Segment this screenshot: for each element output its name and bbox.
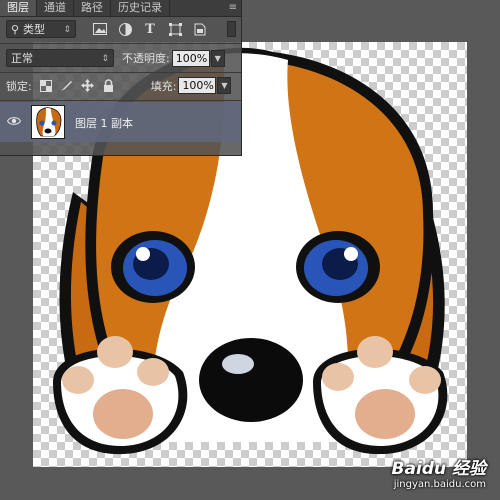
type-layer-filter-icon[interactable]: T [142, 21, 158, 37]
divider [0, 100, 241, 101]
opacity-label: 不透明度: [122, 52, 170, 65]
opacity-dropdown-icon[interactable]: ▼ [210, 49, 225, 67]
pixel-layer-filter-icon[interactable] [92, 21, 108, 37]
filter-type-select[interactable]: ⚲ 类型 ⇕ [6, 20, 76, 38]
fill-label: 填充: [150, 79, 177, 93]
divider [0, 43, 241, 44]
layer-row[interactable]: 图层 1 副本 [0, 102, 241, 142]
blend-mode-select[interactable]: 正常 ⇕ [6, 49, 114, 67]
lock-transparent-pixels-icon[interactable] [38, 78, 54, 94]
layer-name[interactable]: 图层 1 副本 [75, 115, 133, 131]
smart-object-filter-icon[interactable] [192, 21, 208, 37]
tab-channels[interactable]: 通道 [37, 0, 74, 16]
divider [0, 72, 241, 73]
opacity-input[interactable]: 100% [171, 49, 210, 67]
layer-thumbnail [31, 105, 65, 139]
lock-image-pixels-icon[interactable] [59, 78, 75, 94]
shape-layer-filter-icon[interactable] [167, 21, 183, 37]
filter-toggle-switch[interactable] [227, 21, 236, 37]
tab-layers[interactable]: 图层 [0, 0, 37, 16]
chevron-updown-icon: ⇕ [101, 54, 109, 64]
fill-input[interactable]: 100% [178, 77, 217, 94]
visibility-eye-icon[interactable] [7, 116, 21, 126]
tab-paths[interactable]: 路径 [74, 0, 111, 16]
lock-label: 锁定: [6, 79, 32, 93]
search-icon: ⚲ [11, 23, 20, 36]
lock-fill-row: 锁定: 填充: 100% ▼ [0, 77, 241, 94]
filter-type-value: 类型 [23, 23, 45, 36]
tab-history[interactable]: 历史记录 [111, 0, 170, 16]
watermark-url: jingyan.baidu.com [393, 479, 486, 490]
baidu-watermark: Baidu 经验 jingyan.baidu.com [392, 454, 486, 490]
adjustment-layer-filter-icon[interactable] [117, 21, 133, 37]
panel-menu-icon[interactable]: ≡ [229, 2, 237, 13]
fill-dropdown-icon[interactable]: ▼ [217, 77, 232, 94]
lock-all-icon[interactable] [101, 78, 117, 94]
blend-opacity-row: 正常 ⇕ 不透明度: 100% ▼ [0, 49, 241, 67]
panel-tabs: 图层 通道 路径 历史记录 ≡ [0, 0, 241, 17]
watermark-logo: Baidu 经验 [391, 459, 486, 479]
lock-position-icon[interactable] [80, 78, 96, 94]
blend-mode-value: 正常 [11, 52, 33, 65]
layers-panel: 图层 通道 路径 历史记录 ≡ ⚲ 类型 ⇕ T 正常 ⇕ 不透明度: 100%… [0, 0, 242, 156]
chevron-updown-icon: ⇕ [63, 25, 71, 35]
filter-row: ⚲ 类型 ⇕ T [0, 20, 241, 38]
